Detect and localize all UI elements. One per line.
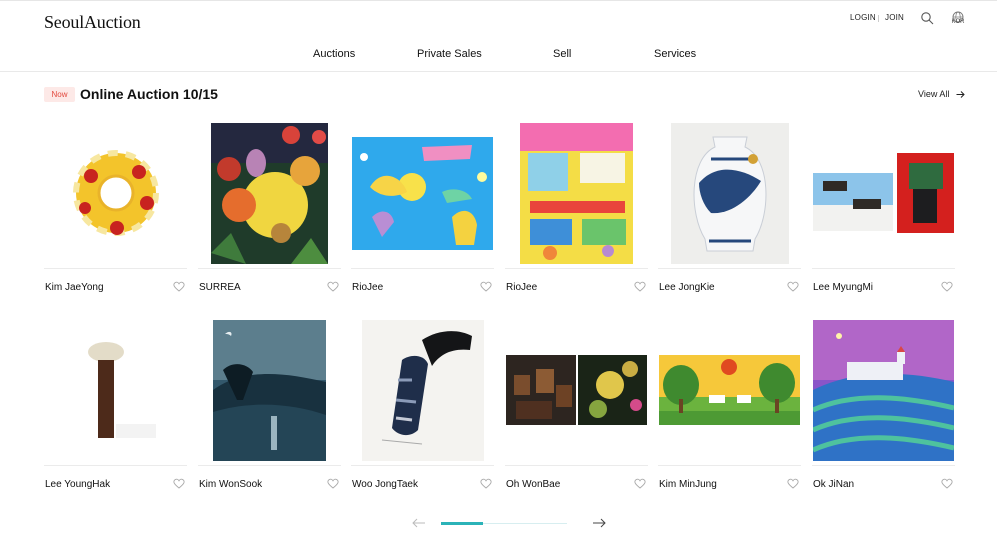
artwork-image[interactable] [812, 118, 955, 268]
artist-name: Kim MinJung [659, 479, 717, 490]
artwork-image[interactable] [812, 315, 955, 465]
heart-icon[interactable] [941, 281, 953, 292]
join-label: JOIN [885, 13, 905, 22]
card-divider [505, 268, 648, 269]
heart-icon[interactable] [327, 478, 339, 489]
join-link[interactable]: JOIN [885, 13, 904, 22]
heart-icon[interactable] [480, 478, 492, 489]
login-link[interactable]: LOGIN [850, 13, 876, 22]
artwork-image[interactable] [505, 315, 648, 465]
language-label[interactable]: KOR [950, 19, 966, 25]
heart-icon[interactable] [941, 478, 953, 489]
artist-name: Ok JiNan [813, 479, 855, 490]
nav-item-sell[interactable]: Sell [553, 48, 571, 60]
artist-name: Oh WonBae [506, 479, 561, 490]
card-divider [198, 268, 341, 269]
heart-icon[interactable] [480, 281, 492, 292]
heart-icon[interactable] [634, 478, 646, 489]
login-label: LOGIN [850, 13, 876, 22]
artist-name: Lee YoungHak [45, 479, 111, 490]
heart-icon[interactable] [173, 478, 185, 489]
search-icon[interactable] [920, 11, 934, 25]
artist-name: Lee MyungMi [813, 282, 874, 293]
status-badge: Now [44, 87, 75, 102]
top-border [0, 0, 997, 4]
heart-icon[interactable] [634, 281, 646, 292]
artwork-image[interactable] [505, 118, 648, 268]
artwork-image[interactable] [658, 315, 801, 465]
nav-item-auctions[interactable]: Auctions [313, 48, 355, 60]
carousel-progress [441, 522, 483, 525]
artwork-image[interactable] [44, 118, 187, 268]
arrow-right-icon[interactable] [592, 518, 606, 528]
artist-name: Lee JongKie [659, 282, 715, 293]
section-title: Online Auction 10/15 [80, 86, 218, 102]
card-divider [351, 268, 494, 269]
artwork-image[interactable] [44, 315, 187, 465]
card-divider [44, 465, 187, 466]
artwork-image[interactable] [658, 118, 801, 268]
card-divider [351, 465, 494, 466]
artist-name: Kim WonSook [199, 479, 263, 490]
heart-icon[interactable] [173, 281, 185, 292]
heart-icon[interactable] [327, 281, 339, 292]
nav-divider [0, 71, 997, 72]
artwork-image[interactable] [351, 118, 494, 268]
artist-name: RioJee [352, 282, 384, 293]
artist-name: SURREA [199, 282, 241, 293]
logo[interactable]: SeoulAuction [44, 12, 141, 33]
card-divider [505, 465, 648, 466]
card-divider [198, 465, 341, 466]
artwork-image[interactable] [198, 315, 341, 465]
card-divider [812, 465, 955, 466]
artist-name: Woo JongTaek [352, 479, 418, 490]
heart-icon[interactable] [787, 281, 799, 292]
util-divider [878, 15, 879, 22]
nav-item-private-sales[interactable]: Private Sales [417, 48, 482, 60]
artist-name: RioJee [506, 282, 538, 293]
main-nav: Auctions Private Sales Sell Services [0, 48, 997, 64]
view-all-link[interactable]: View All [918, 89, 949, 99]
artwork-image[interactable] [351, 315, 494, 465]
heart-icon[interactable] [787, 478, 799, 489]
card-divider [812, 268, 955, 269]
card-divider [44, 268, 187, 269]
card-divider [658, 465, 801, 466]
card-divider [658, 268, 801, 269]
artist-name: Kim JaeYong [45, 282, 104, 293]
nav-item-services[interactable]: Services [654, 48, 696, 60]
arrow-left-icon[interactable] [412, 518, 426, 528]
arrow-right-icon[interactable] [956, 90, 965, 99]
artwork-image[interactable] [198, 118, 341, 268]
